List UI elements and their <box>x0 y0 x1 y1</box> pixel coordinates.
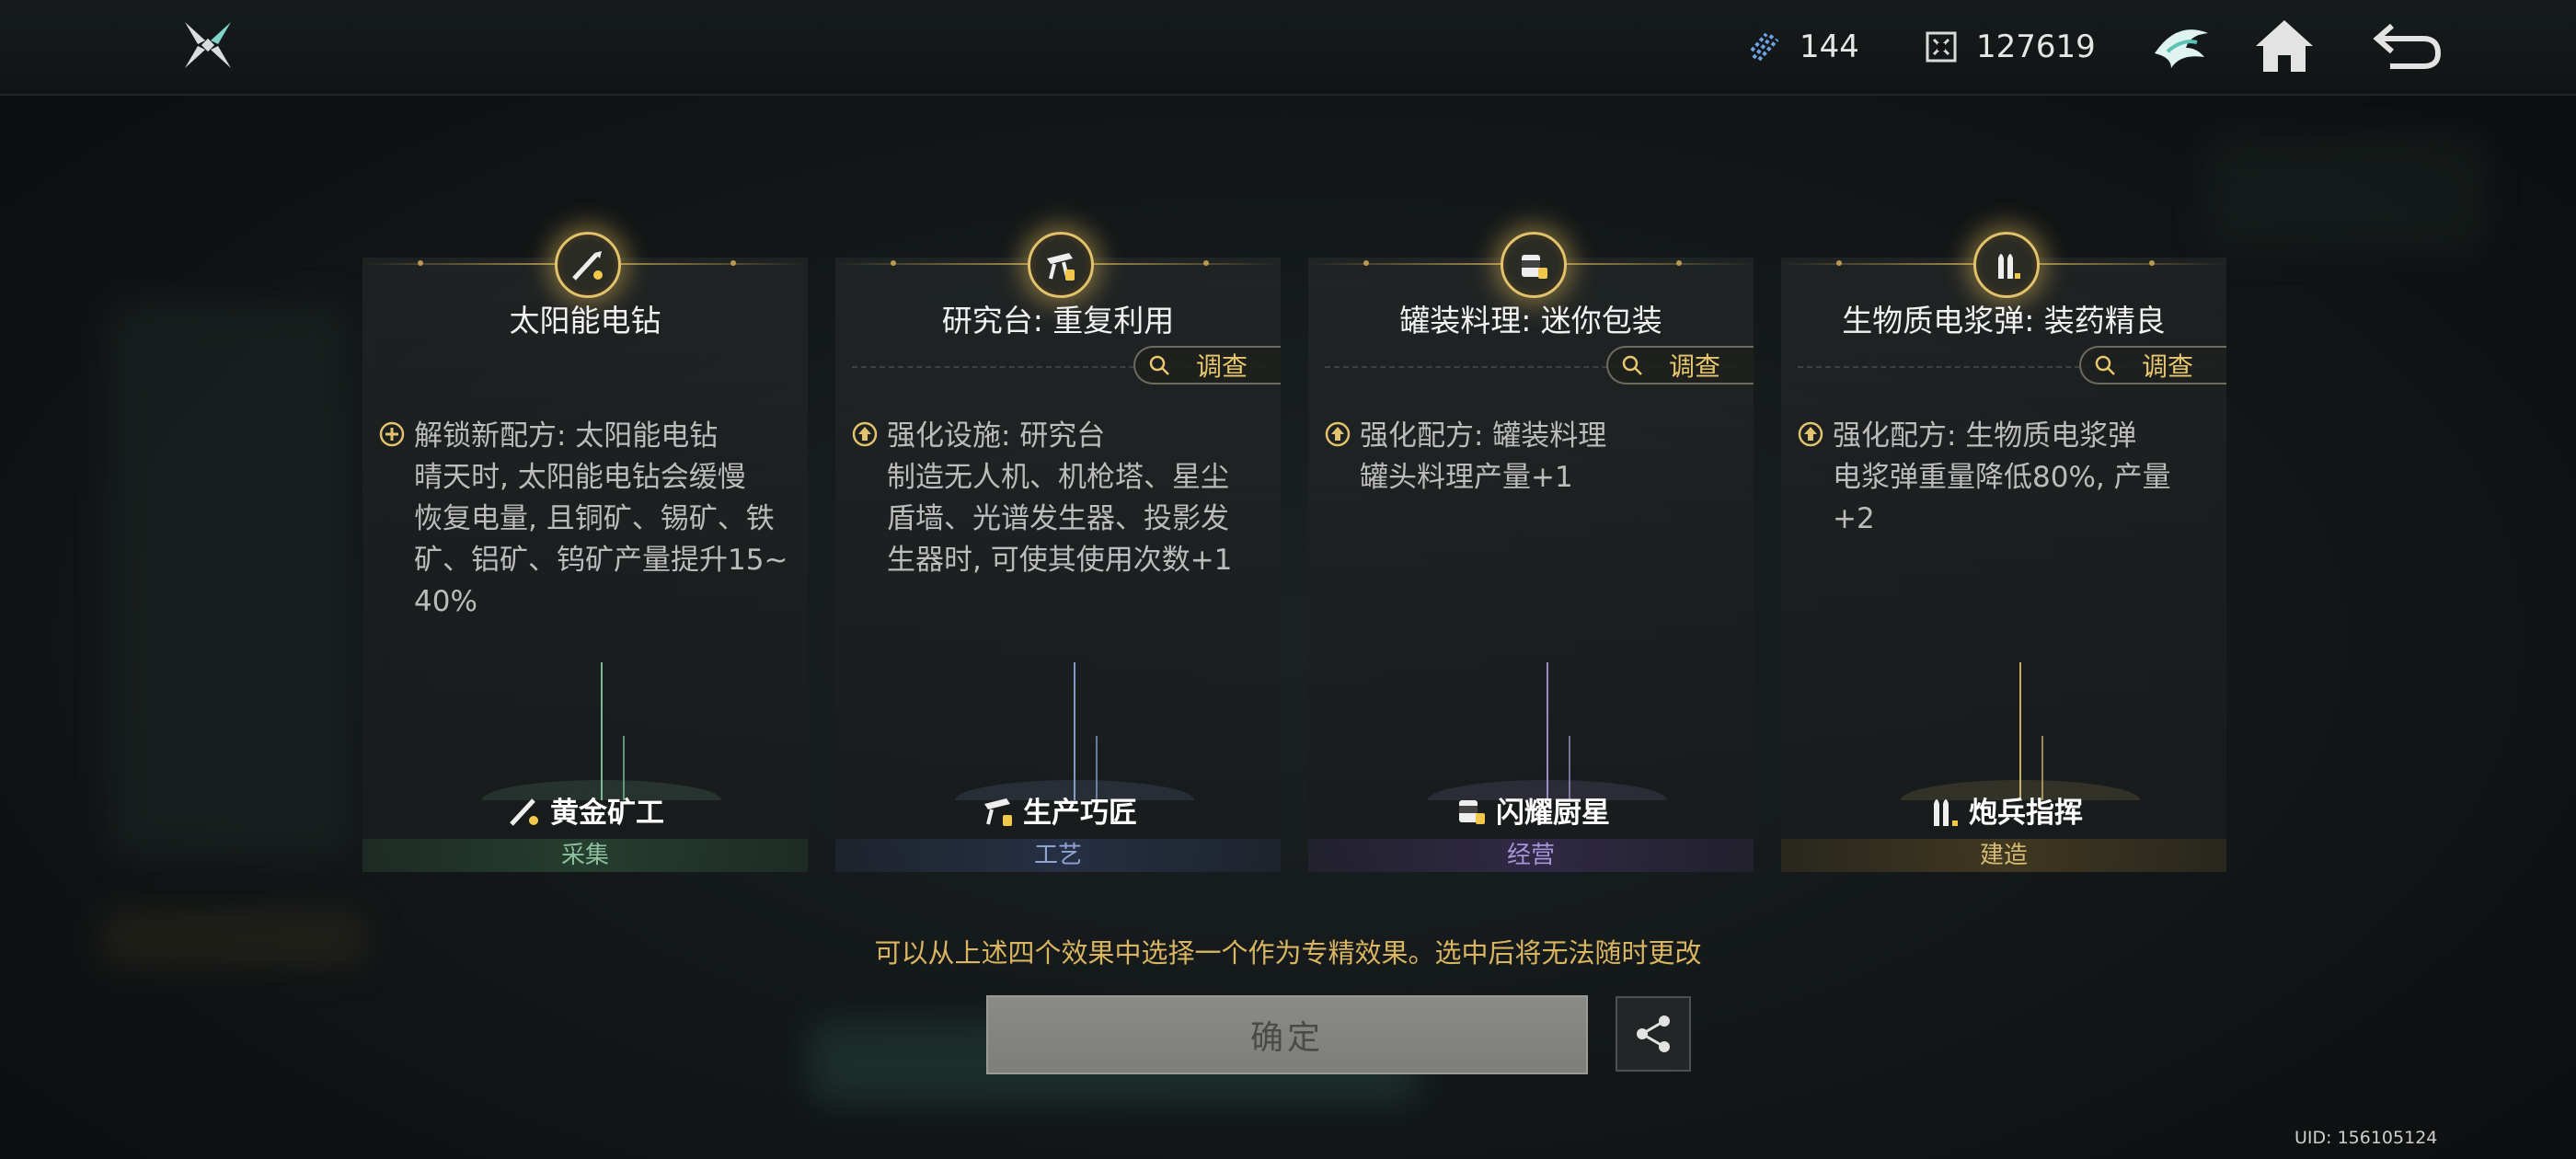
investigate-label: 调查 <box>2142 351 2194 382</box>
effect-line: 矿、铝矿、钨矿产量提升15~ <box>414 544 788 577</box>
effect-line: 恢复电量, 且铜矿、锡矿、铁 <box>414 502 775 535</box>
crystal-resource: 144 <box>1746 24 1859 70</box>
home-button[interactable] <box>2252 17 2317 75</box>
card-emblem <box>1028 232 1094 298</box>
line-dot <box>1676 260 1682 266</box>
effect-line: 盾墙、光谱发生器、投影发 <box>887 502 1229 535</box>
card-title: 罐装料理: 迷你包装 <box>1399 303 1662 339</box>
currency-count: 127619 <box>1976 29 2096 65</box>
profession-name: 炮兵指挥 <box>1969 797 2083 830</box>
card-emblem <box>1973 232 2040 298</box>
game-logo-icon <box>185 22 231 68</box>
effect-line: 电浆弹重量降低80%, 产量 <box>1833 461 2171 494</box>
unlock-icon <box>379 421 405 447</box>
craftsman-icon <box>984 798 1012 826</box>
investigate-button[interactable]: 调查 <box>1133 346 1281 384</box>
effect-line: 强化配方: 罐装料理 <box>1360 419 1607 453</box>
category-bar: 工艺 <box>835 839 1281 872</box>
effect-line: 晴天时, 太阳能电钻会缓慢 <box>414 461 746 494</box>
canned-food-icon <box>1522 255 1547 279</box>
artillery-icon <box>1934 798 1958 826</box>
ammo-icon <box>1998 254 2020 279</box>
category-bar: 经营 <box>1308 839 1754 872</box>
line-dot <box>2149 260 2155 266</box>
currency-resource: 127619 <box>1923 24 2096 70</box>
effect-line: 40% <box>414 585 477 618</box>
specialization-card-4[interactable]: 生物质电浆弹: 装药精良 调查 强化配方: 生物质电浆弹 电浆弹重量降低80%,… <box>1781 232 2226 872</box>
category-bar: 采集 <box>362 839 808 872</box>
background-blur-panel <box>110 304 350 855</box>
card-profession: 炮兵指挥 <box>1781 789 2226 831</box>
crystal-shard-icon <box>1750 32 1779 62</box>
guild-emblem-button[interactable] <box>2149 17 2214 75</box>
solar-drill-icon <box>572 251 603 281</box>
investigate-button[interactable]: 调查 <box>2079 346 2226 384</box>
effect-line: 解锁新配方: 太阳能电钻 <box>414 419 719 453</box>
research-table-icon <box>1047 253 1075 281</box>
effect-line: 强化设施: 研究台 <box>887 419 1106 453</box>
card-profession: 闪耀厨星 <box>1308 789 1754 831</box>
confirm-button[interactable]: 确定 <box>986 995 1588 1074</box>
card-emblem <box>555 232 621 298</box>
line-dot <box>1203 260 1209 266</box>
light-rays <box>482 662 721 800</box>
search-icon <box>2095 355 2115 375</box>
specialization-card-3[interactable]: 罐装料理: 迷你包装 调查 强化配方: 罐装料理 罐头料理产量+1 闪耀厨星 经… <box>1308 232 1754 872</box>
share-button[interactable] <box>1616 996 1691 1072</box>
specialization-card-1[interactable]: 太阳能电钻 解锁新配方: 太阳能电钻 晴天时, 太阳能电钻会缓慢 恢复电量, 且… <box>362 232 808 872</box>
upgrade-icon <box>852 421 878 447</box>
card-emblem <box>1501 232 1567 298</box>
effect-line: +2 <box>1833 502 1875 535</box>
effect-line: 制造无人机、机枪塔、星尘 <box>887 461 1229 494</box>
card-profession: 黄金矿工 <box>362 789 808 831</box>
background-blur-panel <box>2208 138 2484 248</box>
line-dot <box>730 260 736 266</box>
card-title: 研究台: 重复利用 <box>941 303 1175 339</box>
effect-line: 罐头料理产量+1 <box>1360 461 1573 494</box>
light-rays <box>955 662 1194 800</box>
investigate-label: 调查 <box>1669 351 1721 382</box>
profession-name: 闪耀厨星 <box>1496 797 1610 830</box>
light-rays <box>1428 662 1667 800</box>
investigate-button[interactable]: 调查 <box>1606 346 1754 384</box>
line-dot <box>1363 260 1369 266</box>
wing-emblem-icon <box>2155 29 2208 68</box>
selection-hint: 可以从上述四个效果中选择一个作为专精效果。选中后将无法随时更改 <box>874 937 1702 969</box>
search-icon <box>1622 355 1642 375</box>
investigate-label: 调查 <box>1196 351 1248 382</box>
effect-line: 生器时, 可使其使用次数+1 <box>887 544 1233 577</box>
upgrade-icon <box>1798 421 1823 447</box>
profession-name: 生产巧匠 <box>1023 797 1137 830</box>
card-effect: 强化设施: 研究台 制造无人机、机枪塔、星尘 盾墙、光谱发生器、投影发 生器时,… <box>852 416 1264 581</box>
top-bar: 144 127619 <box>0 0 2576 96</box>
category-bar: 建造 <box>1781 839 2226 872</box>
currency-icon <box>1926 31 1957 63</box>
card-effect: 强化配方: 罐装料理 罐头料理产量+1 <box>1325 416 1737 499</box>
specialization-card-2[interactable]: 研究台: 重复利用 调查 强化设施: 研究台 制造无人机、机枪塔、星尘 盾墙、光… <box>835 232 1281 872</box>
share-icon <box>1637 1016 1670 1052</box>
card-profession: 生产巧匠 <box>835 789 1281 831</box>
light-rays <box>1901 662 2140 800</box>
chef-can-icon <box>1459 799 1485 824</box>
upgrade-icon <box>1325 421 1351 447</box>
home-icon <box>2256 20 2313 72</box>
line-dot <box>418 260 423 266</box>
line-dot <box>1836 260 1842 266</box>
back-button[interactable] <box>2372 17 2444 75</box>
profession-name: 黄金矿工 <box>550 797 664 830</box>
effect-line: 强化配方: 生物质电浆弹 <box>1833 419 2137 453</box>
card-title: 太阳能电钻 <box>509 303 661 339</box>
back-arrow-icon <box>2373 23 2442 69</box>
search-icon <box>1149 355 1169 375</box>
card-title: 生物质电浆弹: 装药精良 <box>1842 303 2166 339</box>
card-effect: 强化配方: 生物质电浆弹 电浆弹重量降低80%, 产量 +2 <box>1798 416 2210 540</box>
line-dot <box>891 260 896 266</box>
card-effect: 解锁新配方: 太阳能电钻 晴天时, 太阳能电钻会缓慢 恢复电量, 且铜矿、锡矿、… <box>379 416 791 623</box>
drill-icon <box>510 798 538 826</box>
crystal-count: 144 <box>1800 29 1859 65</box>
user-id-label: UID: 156105124 <box>2294 1128 2438 1148</box>
